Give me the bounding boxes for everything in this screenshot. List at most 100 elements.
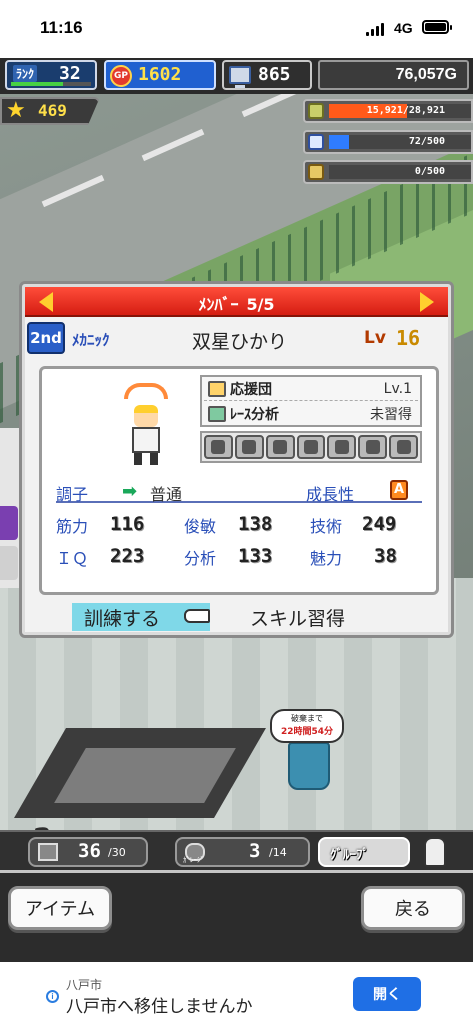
seat-icon (296, 435, 326, 459)
skill-row[interactable]: ﾚｰｽ分析 未習得 (204, 402, 418, 425)
battery-icon (422, 20, 452, 34)
growth-label: 成長性 (306, 485, 355, 504)
bottom-nav: アイテム 戻る (0, 870, 473, 962)
pointing-hand-icon (184, 609, 210, 623)
dialog-header: ﾒﾝﾊﾞｰ 5/5 (25, 287, 448, 317)
stat-technique-label: 技術 (310, 517, 343, 536)
level-label: Lv (364, 328, 386, 348)
stats-row-2: ＩＱ 223 分析 133 魅力 38 (56, 545, 422, 571)
item-button[interactable]: アイテム (8, 886, 112, 930)
resource-bottle[interactable]: 72/500 (303, 130, 473, 154)
gp-panel[interactable]: GP 1602 (104, 60, 216, 90)
engine-icon (234, 435, 264, 459)
rank-value: 32 (59, 63, 81, 84)
skill-level: 未習得 (370, 406, 412, 423)
bottle-icon (308, 134, 324, 150)
dialog-title-label: ﾒﾝﾊﾞｰ (198, 295, 239, 314)
train-label: 訓練する (84, 608, 161, 630)
status-time: 11:16 (40, 18, 83, 37)
tire-icon (389, 435, 419, 459)
network-type: 4G (394, 20, 413, 36)
group-button[interactable]: ｸﾞﾙｰﾌﾟ (318, 837, 410, 867)
member-avatar (120, 383, 176, 469)
level-value: 16 (396, 326, 421, 350)
learn-skill-button[interactable]: スキル習得 (250, 604, 345, 631)
skill-row[interactable]: 応援団 Lv.1 (204, 378, 418, 401)
stat-analysis-label: 分析 (184, 549, 217, 568)
member-name: 双星ひかり (192, 331, 288, 353)
rank-progress-bar (11, 82, 91, 86)
part-icons-row (200, 431, 422, 463)
gp-coin-icon: GP (110, 65, 132, 87)
resource-bottle-value: 72/500 (408, 136, 445, 147)
member-count-max: /30 (108, 846, 126, 859)
wheel-icon (265, 435, 295, 459)
condition-value: 普通 (150, 485, 183, 504)
garage-count-max: /14 (269, 846, 287, 859)
garage-count-current: 3 (249, 840, 261, 862)
ad-text: 八戸市へ移住しませんか (66, 997, 253, 1017)
skill-name: 応援団 (230, 382, 272, 398)
group-label: ｸﾞﾙｰﾌﾟ (330, 848, 369, 863)
cheer-squad-icon (208, 381, 226, 397)
stats-row-1: 筋力 116 俊敏 138 技術 249 (56, 513, 422, 539)
stat-charm-value: 38 (374, 545, 397, 567)
car-icon (327, 435, 357, 459)
stat-technique-value: 249 (362, 513, 397, 535)
role-badge: 2nd (27, 322, 65, 354)
star-icon: ★ (6, 98, 26, 123)
role-label: ﾒｶﾆｯｸ (72, 331, 110, 349)
condition-label: 調子 (56, 485, 89, 504)
garage-label: ｶﾞﾚｰｼﾞ (183, 856, 204, 864)
money-panel[interactable]: 76,057G (318, 60, 469, 90)
person-icon[interactable] (424, 837, 446, 867)
skills-panel: 応援団 Lv.1 ﾚｰｽ分析 未習得 (200, 375, 422, 427)
dialog-title: ﾒﾝﾊﾞｰ 5/5 (25, 291, 448, 315)
stat-iq-value: 223 (110, 545, 145, 567)
stat-agility-value: 138 (238, 513, 273, 535)
dialog-title-count: 5/5 (246, 295, 275, 314)
computer-icon (229, 66, 251, 88)
resource-fuel-value: 15,921/28,921 (366, 105, 445, 116)
disposal-timer-bubble[interactable]: 破棄まで 22時間54分 (270, 709, 344, 743)
resource-wheat[interactable]: 0/500 (303, 160, 473, 184)
skill-name: ﾚｰｽ分析 (230, 406, 279, 423)
stat-analysis-value: 133 (238, 545, 273, 567)
stat-charm-label: 魅力 (310, 549, 343, 568)
gp-value: 1602 (138, 64, 182, 85)
stars-panel[interactable]: ★ 469 (0, 97, 100, 125)
back-button[interactable]: 戻る (361, 886, 465, 930)
member-info-card: 応援団 Lv.1 ﾚｰｽ分析 未習得 調子 ➡ 普通 成長性 A 筋力 116 … (39, 366, 439, 595)
arrow-right-icon: ➡ (122, 481, 138, 502)
member-count-panel[interactable]: 36 /30 (28, 837, 148, 867)
wheat-icon (308, 164, 324, 180)
rank-panel[interactable]: ﾗﾝｸ 32 (5, 60, 97, 90)
status-bar: 11:16 4G (0, 0, 473, 58)
bubble-timer: 22時間54分 (280, 727, 334, 737)
bubble-caption: 破棄まで (291, 714, 323, 723)
research-points-panel[interactable]: 865 (222, 60, 312, 90)
garage-count-panel[interactable]: ｶﾞﾚｰｼﾞ 3 /14 (175, 837, 310, 867)
race-analysis-icon (208, 405, 226, 422)
resource-fuel[interactable]: 15,921/28,921 (303, 99, 473, 123)
counts-bar: 36 /30 ｶﾞﾚｰｼﾞ 3 /14 ｸﾞﾙｰﾌﾟ (0, 830, 473, 870)
condition-row: 調子 ➡ 普通 成長性 A (56, 479, 422, 504)
next-member-arrow-icon[interactable] (420, 292, 434, 312)
crate-icon (38, 843, 58, 861)
ad-banner[interactable]: i 八戸市 八戸市へ移住しませんか 開く (0, 962, 473, 1024)
box-icon (204, 435, 233, 459)
stat-strength-value: 116 (110, 513, 145, 535)
signal-icon (366, 23, 386, 36)
rank-label: ﾗﾝｸ (13, 65, 38, 82)
ad-open-button[interactable]: 開く (353, 977, 421, 1011)
member-dialog: ﾒﾝﾊﾞｰ 5/5 2nd ﾒｶﾆｯｸ 双星ひかり Lv 16 応援団 Lv.1 … (19, 281, 454, 638)
growth-grade: A (390, 480, 408, 500)
train-button[interactable]: 訓練する (72, 603, 210, 631)
resource-wheat-value: 0/500 (414, 166, 445, 177)
stat-iq-label: ＩＱ (56, 549, 89, 568)
stat-agility-label: 俊敏 (184, 517, 217, 536)
ad-info-icon[interactable]: i (46, 990, 59, 1003)
skill-level: Lv.1 (383, 381, 412, 397)
trash-bin[interactable] (288, 742, 330, 790)
money-value: 76,057G (395, 66, 457, 83)
